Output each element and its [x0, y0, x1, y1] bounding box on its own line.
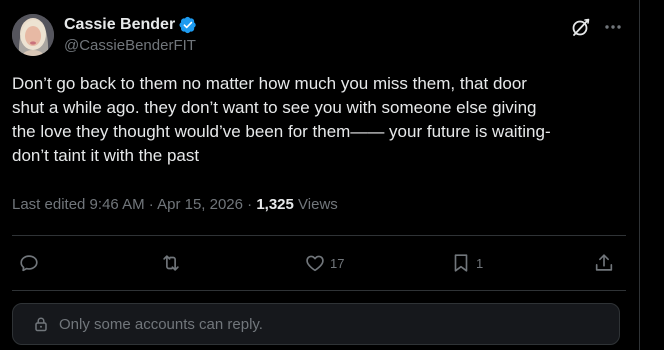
edited-timestamp[interactable]: Last edited 9:46 AM · Apr 15, 2026 · — [12, 196, 256, 213]
author-info: Cassie Bender @CassieBenderFIT — [64, 14, 197, 54]
reply-restriction-text: Only some accounts can reply. — [59, 315, 263, 333]
reply-button[interactable] — [18, 248, 44, 278]
divider-top — [12, 235, 626, 236]
views-label: Views — [293, 196, 338, 213]
avatar-photo — [12, 14, 54, 56]
action-bar: 17 1 — [12, 248, 626, 278]
more-options-icon[interactable] — [602, 16, 624, 38]
repost-icon — [163, 255, 179, 271]
repost-button[interactable] — [160, 248, 186, 278]
tweet-text-line: the love they thought would’ve been for … — [12, 122, 551, 141]
tweet-text: Don’t go back to them no matter how much… — [12, 72, 632, 168]
bookmark-icon — [454, 254, 468, 272]
tweet-text-line: Don’t go back to them no matter how much… — [12, 74, 527, 93]
tweet-meta: Last edited 9:46 AM · Apr 15, 2026 · 1,3… — [12, 196, 338, 213]
tweet-text-line: shut a while ago. they don’t want to see… — [12, 98, 537, 117]
like-button[interactable]: 17 — [304, 248, 344, 278]
share-icon — [595, 254, 613, 271]
bookmark-button[interactable]: 1 — [450, 248, 483, 278]
author-display-name[interactable]: Cassie Bender — [64, 16, 175, 34]
reply-restriction-notice: Only some accounts can reply. — [12, 303, 620, 345]
author-handle[interactable]: @CassieBenderFIT — [64, 37, 197, 54]
lock-icon — [35, 317, 47, 332]
reply-icon — [20, 255, 38, 272]
tweet-text-line: don’t taint it with the past — [12, 146, 200, 165]
grok-icon[interactable] — [570, 16, 592, 38]
views-count: 1,325 — [256, 196, 294, 213]
bookmark-count: 1 — [476, 255, 484, 271]
name-row: Cassie Bender — [64, 14, 197, 36]
tweet-header: Cassie Bender @CassieBenderFIT — [12, 12, 626, 58]
divider-bottom — [12, 290, 626, 291]
verified-badge-icon — [179, 16, 197, 34]
avatar[interactable] — [12, 14, 54, 56]
like-count: 17 — [330, 255, 345, 271]
share-button[interactable] — [593, 248, 615, 278]
column-border — [639, 0, 640, 350]
heart-icon — [306, 255, 324, 272]
